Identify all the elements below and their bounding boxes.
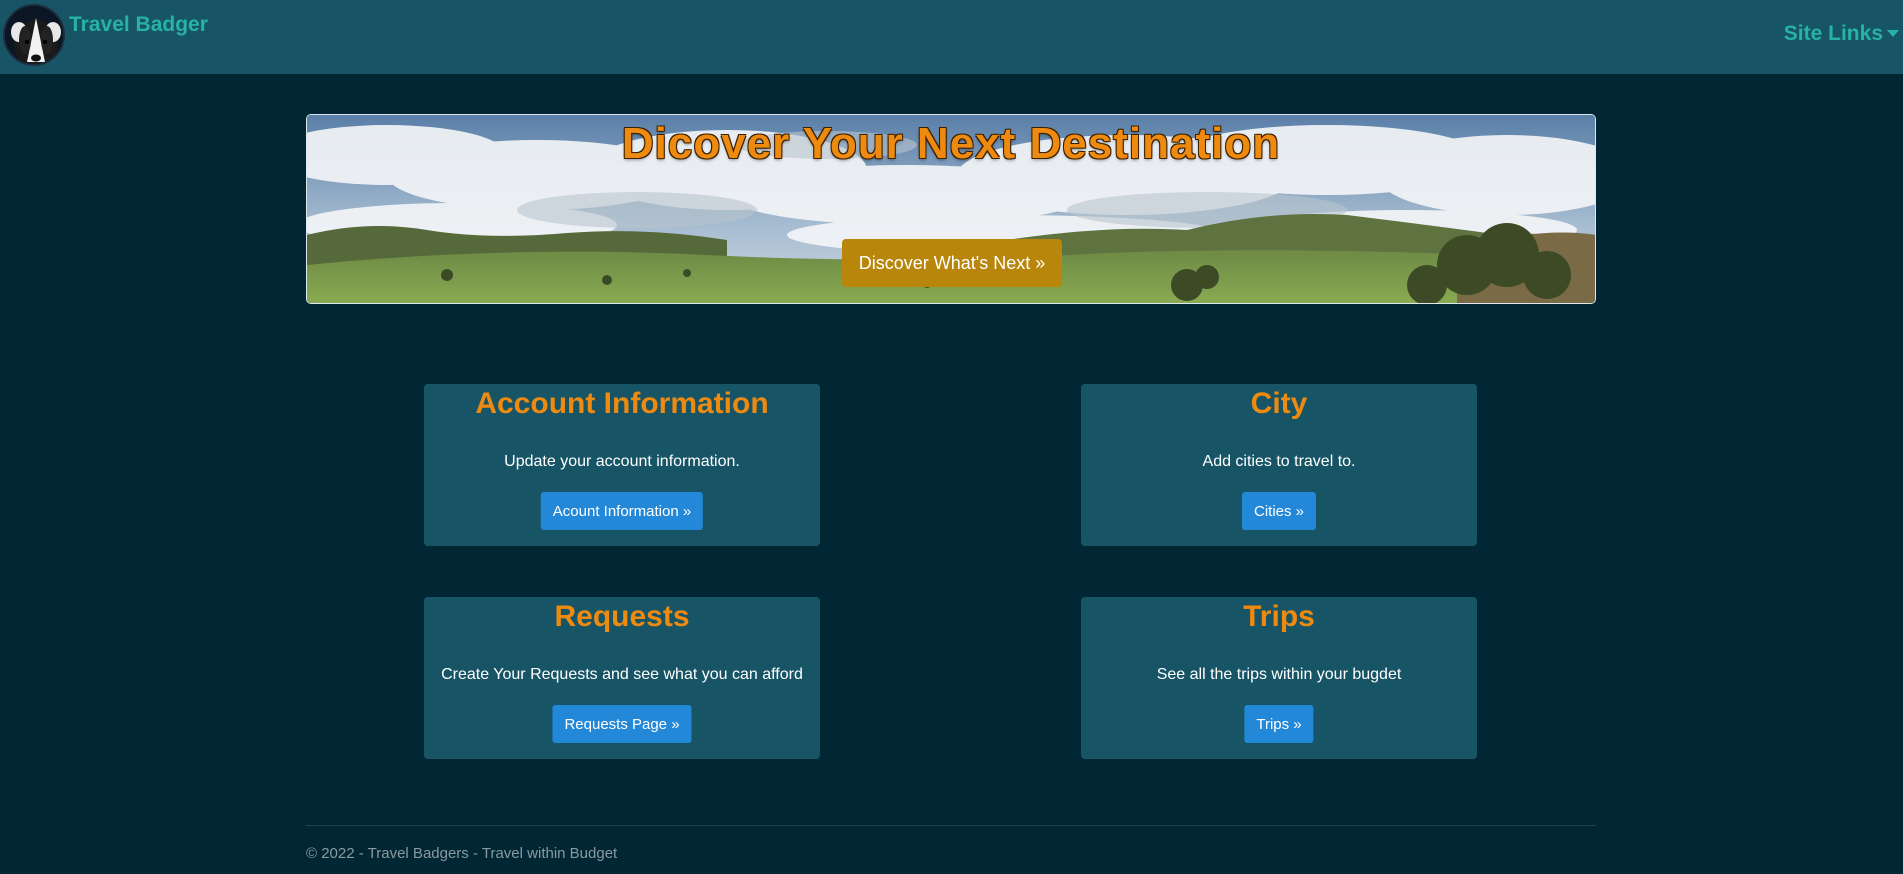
card-title: Account Information — [475, 387, 769, 420]
card-title: City — [1250, 387, 1308, 420]
requests-card: Requests Create Your Requests and see wh… — [424, 597, 820, 759]
card-description: Update your account information. — [504, 453, 740, 470]
card-description: See all the trips within your bugdet — [1156, 666, 1402, 683]
account-information-button[interactable]: Acount Information » — [540, 492, 704, 530]
trips-button[interactable]: Trips » — [1244, 705, 1314, 743]
footer-copyright: © 2022 - Travel Badgers - Travel within … — [306, 845, 618, 862]
brand-name: Travel Badger — [69, 13, 208, 36]
hero-banner: Dicover Your Next Destination Discover W… — [306, 114, 1596, 304]
brand-link[interactable]: Travel Badger — [3, 4, 208, 66]
caret-down-icon — [1887, 29, 1899, 37]
hero-title: Dicover Your Next Destination — [621, 119, 1281, 168]
card-title: Trips — [1243, 600, 1315, 633]
card-description: Create Your Requests and see what you ca… — [441, 666, 803, 683]
discover-button[interactable]: Discover What's Next » — [842, 239, 1062, 287]
requests-page-button[interactable]: Requests Page » — [552, 705, 692, 743]
card-title: Requests — [554, 600, 690, 633]
trips-card: Trips See all the trips within your bugd… — [1081, 597, 1477, 759]
badger-logo-icon — [3, 4, 65, 66]
site-links-dropdown[interactable]: Site Links — [1784, 22, 1899, 46]
site-links-label: Site Links — [1783, 22, 1883, 45]
account-information-card: Account Information Update your account … — [424, 384, 820, 546]
navbar: Travel Badger Site Links — [0, 0, 1903, 74]
card-description: Add cities to travel to. — [1202, 453, 1356, 470]
cities-button[interactable]: Cities » — [1241, 492, 1317, 530]
city-card: City Add cities to travel to. Cities » — [1081, 384, 1477, 546]
footer-divider — [306, 825, 1596, 826]
